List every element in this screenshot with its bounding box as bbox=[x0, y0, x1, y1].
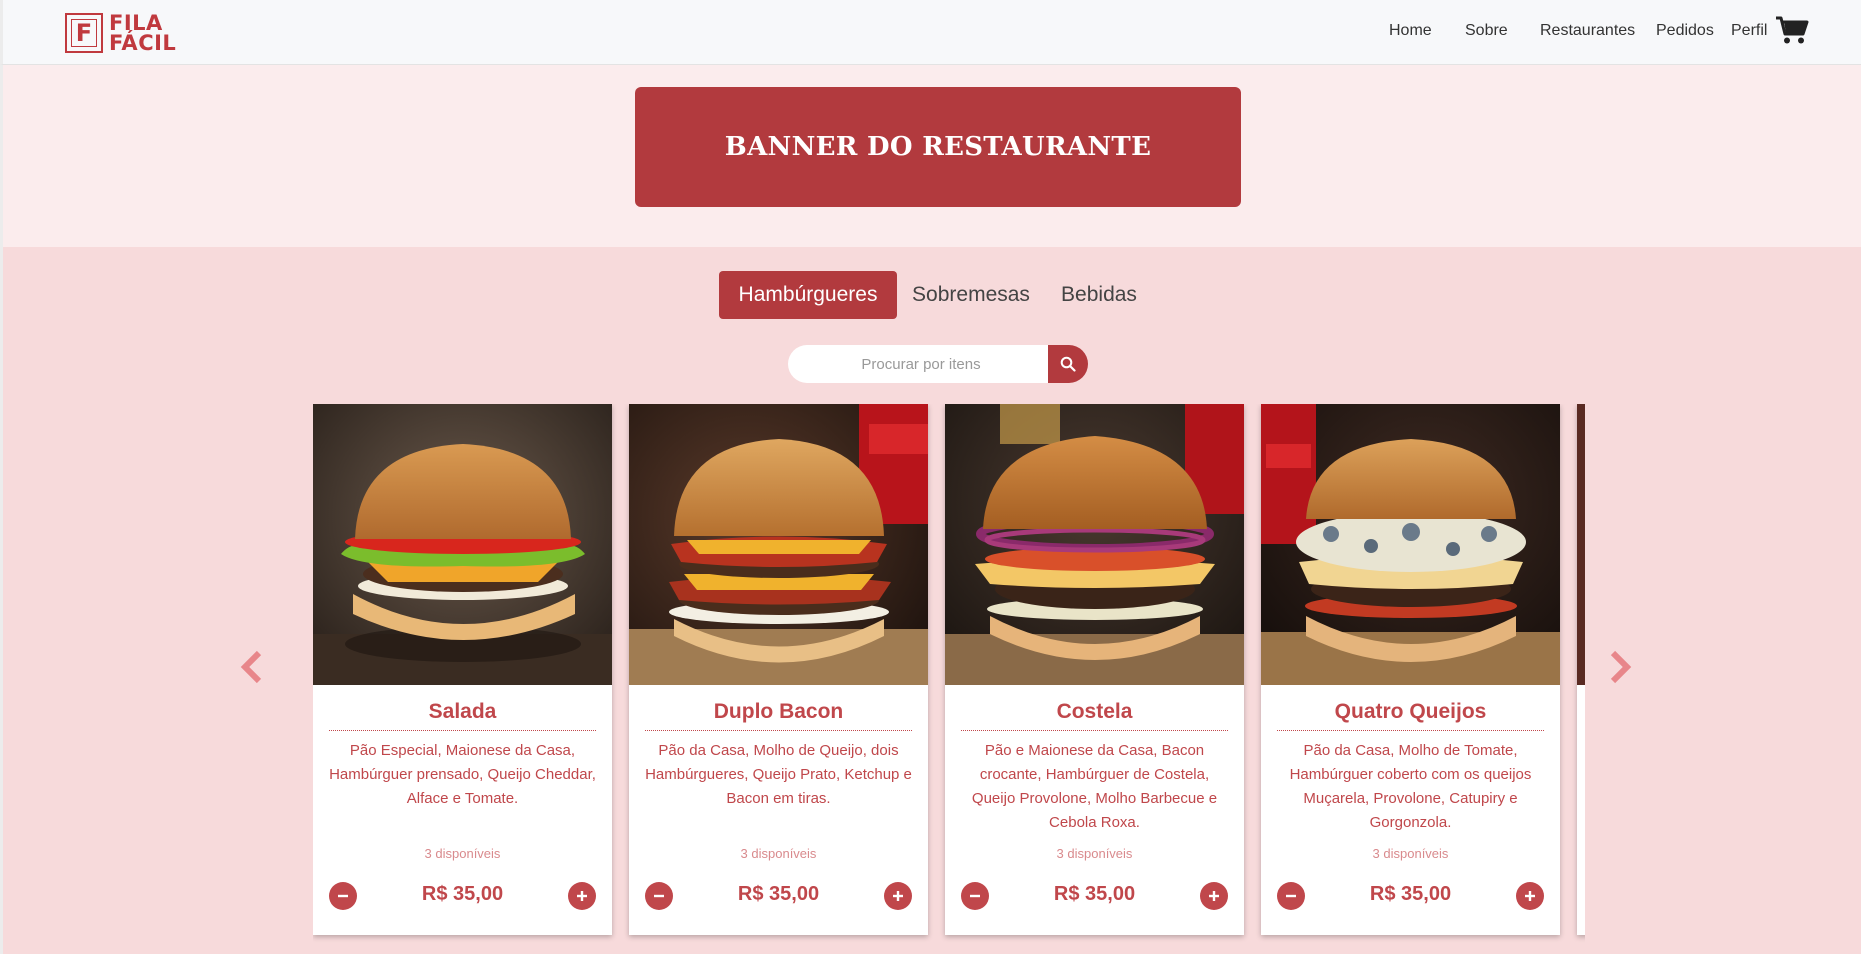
plus-icon bbox=[1525, 891, 1535, 901]
menu-section: Hambúrgueres Sobremesas Bebidas Procurar… bbox=[0, 247, 1861, 954]
chevron-right-icon bbox=[1610, 650, 1632, 684]
plus-icon bbox=[893, 891, 903, 901]
product-card: Costela Pão e Maionese da Casa, Bacon cr… bbox=[945, 404, 1244, 935]
banner-section: BANNER DO RESTAURANTE bbox=[0, 65, 1861, 247]
product-description: Pão Especial, Maionese da Casa, Hambúrgu… bbox=[329, 742, 596, 807]
nav-home[interactable]: Home bbox=[1389, 22, 1432, 40]
product-image bbox=[945, 404, 1244, 685]
product-image bbox=[313, 404, 612, 685]
logo-line-1: FILA bbox=[109, 11, 163, 35]
product-stock: 3 disponíveis bbox=[740, 846, 817, 861]
product-name: Costela bbox=[961, 700, 1228, 731]
product-image bbox=[1577, 404, 1585, 685]
nav-pedidos[interactable]: Pedidos bbox=[1656, 22, 1714, 40]
search-input[interactable] bbox=[788, 345, 1054, 383]
product-name: Salada bbox=[329, 700, 596, 731]
nav-restaurantes[interactable]: Restaurantes bbox=[1540, 22, 1635, 40]
product-stock: 3 disponíveis bbox=[1372, 846, 1449, 861]
product-card: Duplo Bacon Pão da Casa, Molho de Queijo… bbox=[629, 404, 928, 935]
increase-quantity-button[interactable] bbox=[1200, 882, 1228, 910]
plus-icon bbox=[1209, 891, 1219, 901]
product-description: Pão da Casa, Molho de Tomate, Hambúrguer… bbox=[1289, 742, 1532, 831]
product-card: Quatro Queijos Pão da Casa, Molho de Tom… bbox=[1261, 404, 1560, 935]
shopping-cart-icon[interactable] bbox=[1775, 15, 1809, 45]
product-stock: 3 disponíveis bbox=[424, 846, 501, 861]
carousel-next-button[interactable] bbox=[1605, 647, 1635, 687]
tab-hamburgueres[interactable]: Hambúrgueres bbox=[719, 271, 897, 319]
product-stock: 3 disponíveis bbox=[1056, 846, 1133, 861]
product-name: Quatro Queijos bbox=[1277, 700, 1544, 731]
product-card: Salada Pão Especial, Maionese da Casa, H… bbox=[313, 404, 612, 935]
product-carousel: Salada Pão Especial, Maionese da Casa, H… bbox=[313, 404, 1585, 954]
navbar: F FILA FÁCIL Home Sobre Restaurantes Ped… bbox=[0, 0, 1861, 65]
nav-sobre[interactable]: Sobre bbox=[1465, 22, 1508, 40]
increase-quantity-button[interactable] bbox=[1516, 882, 1544, 910]
logo-text: FILA FÁCIL bbox=[109, 11, 177, 55]
product-name: Duplo Bacon bbox=[645, 700, 912, 731]
search-icon bbox=[1060, 356, 1076, 372]
nav-perfil[interactable]: Perfil bbox=[1731, 22, 1767, 40]
logo[interactable]: F FILA FÁCIL bbox=[65, 11, 177, 55]
product-description: Pão da Casa, Molho de Queijo, dois Hambú… bbox=[645, 742, 912, 807]
tab-sobremesas[interactable]: Sobremesas bbox=[903, 271, 1039, 319]
logo-icon: F bbox=[65, 13, 103, 53]
chevron-left-icon bbox=[240, 650, 262, 684]
product-description: Pão e Maionese da Casa, Bacon crocante, … bbox=[971, 742, 1218, 831]
increase-quantity-button[interactable] bbox=[568, 882, 596, 910]
restaurant-banner: BANNER DO RESTAURANTE bbox=[635, 87, 1241, 207]
search-bar bbox=[788, 345, 1088, 383]
increase-quantity-button[interactable] bbox=[884, 882, 912, 910]
plus-icon bbox=[577, 891, 587, 901]
tab-bebidas[interactable]: Bebidas bbox=[1049, 271, 1149, 319]
carousel-prev-button[interactable] bbox=[237, 647, 267, 687]
logo-line-2: FÁCIL bbox=[109, 31, 177, 55]
search-button[interactable] bbox=[1048, 345, 1088, 383]
product-card-partial bbox=[1577, 404, 1585, 935]
product-image bbox=[629, 404, 928, 685]
product-image bbox=[1261, 404, 1560, 685]
